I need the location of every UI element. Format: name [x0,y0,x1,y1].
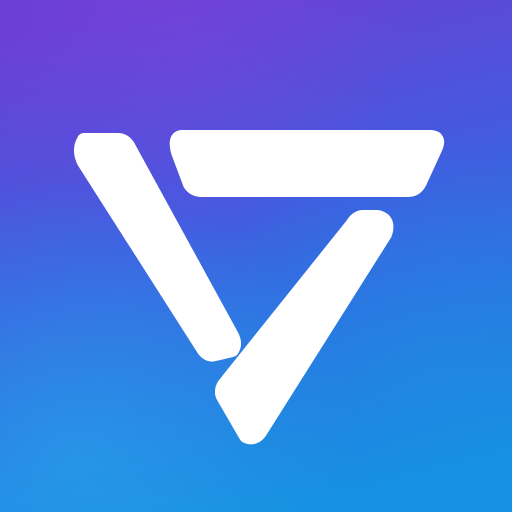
app-icon-graphic [0,0,512,512]
logo-top-bar [169,130,445,197]
app-icon[interactable] [0,0,512,512]
